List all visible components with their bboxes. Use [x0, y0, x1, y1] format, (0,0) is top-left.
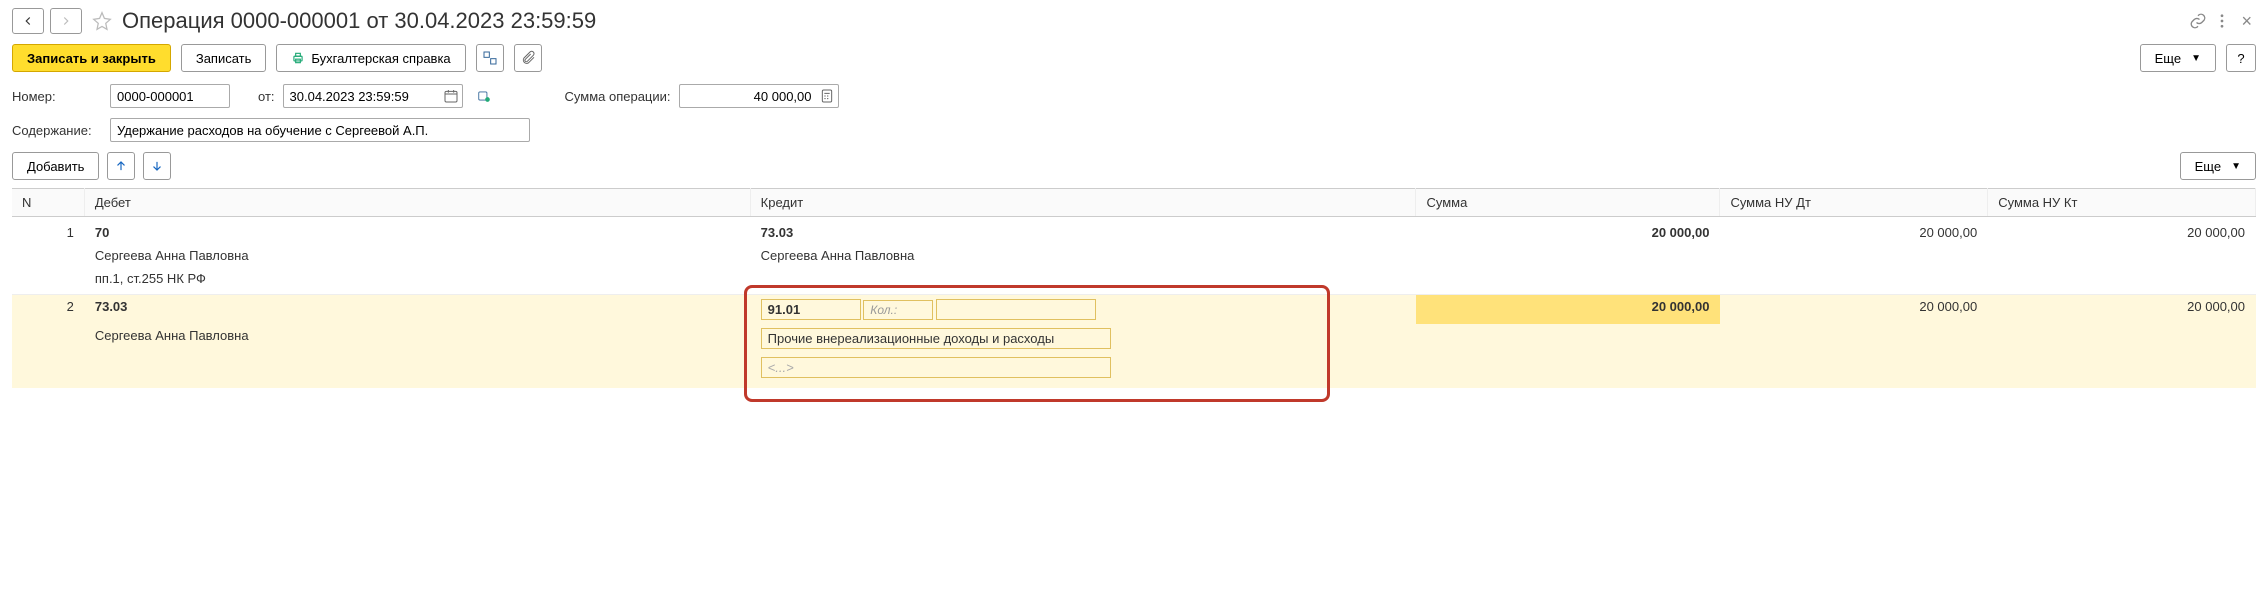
favorite-star-icon[interactable] [92, 11, 112, 31]
kredit-cell[interactable]: 91.01 Кол.: [750, 295, 1416, 325]
from-label: от: [258, 89, 275, 104]
col-nudt-header: Сумма НУ Дт [1720, 189, 1988, 217]
col-debet-header: Дебет [84, 189, 750, 217]
paperclip-icon [520, 50, 536, 66]
row-nu-dt[interactable]: 20 000,00 [1720, 217, 1988, 245]
kebab-menu-icon[interactable] [2213, 12, 2231, 30]
link-icon[interactable] [2189, 12, 2207, 30]
toolbar-more-label: Еще [2155, 51, 2181, 66]
kredit-account[interactable]: 73.03 [750, 217, 1416, 245]
date-action-button[interactable] [471, 84, 497, 108]
attachment-button[interactable] [514, 44, 542, 72]
nav-forward-button[interactable] [50, 8, 82, 34]
row-nu-kt[interactable]: 20 000,00 [1988, 295, 2256, 325]
close-button[interactable]: × [2237, 11, 2256, 32]
row-sum[interactable]: 20 000,00 [1416, 217, 1720, 245]
kredit-subconto1[interactable]: Сергеева Анна Павловна [750, 244, 1416, 267]
accounting-report-label: Бухгалтерская справка [311, 51, 450, 66]
postings-table[interactable]: N Дебет Кредит Сумма Сумма НУ Дт Сумма Н… [12, 188, 2256, 388]
move-down-button[interactable] [143, 152, 171, 180]
debet-subconto1[interactable]: Сергеева Анна Павловна [84, 324, 750, 353]
col-kredit-header: Кредит [750, 189, 1416, 217]
kredit-qty-value[interactable] [936, 299, 1096, 320]
number-label: Номер: [12, 89, 102, 104]
kredit-subconto2[interactable]: <...> [761, 357, 1111, 378]
page-title: Операция 0000-000001 от 30.04.2023 23:59… [122, 8, 2183, 34]
kredit-qty-label: Кол.: [863, 300, 933, 320]
help-button[interactable]: ? [2226, 44, 2256, 72]
table-row[interactable]: 1 70 73.03 20 000,00 20 000,00 20 000,00… [12, 217, 2256, 295]
row-nu-dt[interactable]: 20 000,00 [1720, 295, 1988, 325]
number-field[interactable] [110, 84, 230, 108]
row-number: 2 [12, 295, 84, 325]
row-sum[interactable]: 20 000,00 [1416, 295, 1720, 325]
col-nukt-header: Сумма НУ Кт [1988, 189, 2256, 217]
save-and-close-button[interactable]: Записать и закрыть [12, 44, 171, 72]
arrow-right-icon [59, 14, 73, 28]
arrow-up-icon [114, 159, 128, 173]
debet-account[interactable]: 73.03 [84, 295, 750, 325]
toolbar-more-button[interactable]: Еще▼ [2140, 44, 2216, 72]
row-number: 1 [12, 217, 84, 245]
add-row-button[interactable]: Добавить [12, 152, 99, 180]
date-field[interactable] [283, 84, 463, 108]
row-nu-kt[interactable]: 20 000,00 [1988, 217, 2256, 245]
dt-kt-button[interactable] [476, 44, 504, 72]
debet-subconto1[interactable]: Сергеева Анна Павловна [84, 244, 750, 267]
table-more-button[interactable]: Еще▼ [2180, 152, 2256, 180]
content-label: Содержание: [12, 123, 102, 138]
sum-label: Сумма операции: [565, 89, 671, 104]
table-more-label: Еще [2195, 159, 2221, 174]
dt-kt-icon [482, 50, 498, 66]
col-sum-header: Сумма [1416, 189, 1720, 217]
calendar-plus-icon [477, 88, 491, 104]
debet-account[interactable]: 70 [84, 217, 750, 245]
arrow-down-icon [150, 159, 164, 173]
sum-field[interactable] [679, 84, 839, 108]
debet-subconto2[interactable]: пп.1, ст.255 НК РФ [84, 267, 750, 295]
nav-back-button[interactable] [12, 8, 44, 34]
col-n-header: N [12, 189, 84, 217]
move-up-button[interactable] [107, 152, 135, 180]
kredit-account[interactable]: 91.01 [761, 299, 861, 320]
save-button[interactable]: Записать [181, 44, 267, 72]
accounting-report-button[interactable]: Бухгалтерская справка [276, 44, 465, 72]
calendar-icon[interactable] [443, 88, 459, 104]
table-row[interactable]: 2 73.03 91.01 Кол.: 20 000,00 20 000,00 … [12, 295, 2256, 389]
calculator-icon[interactable] [819, 88, 835, 104]
printer-icon [291, 51, 305, 65]
arrow-left-icon [21, 14, 35, 28]
content-field[interactable] [110, 118, 530, 142]
kredit-subconto1[interactable]: Прочие внереализационные доходы и расход… [761, 328, 1111, 349]
